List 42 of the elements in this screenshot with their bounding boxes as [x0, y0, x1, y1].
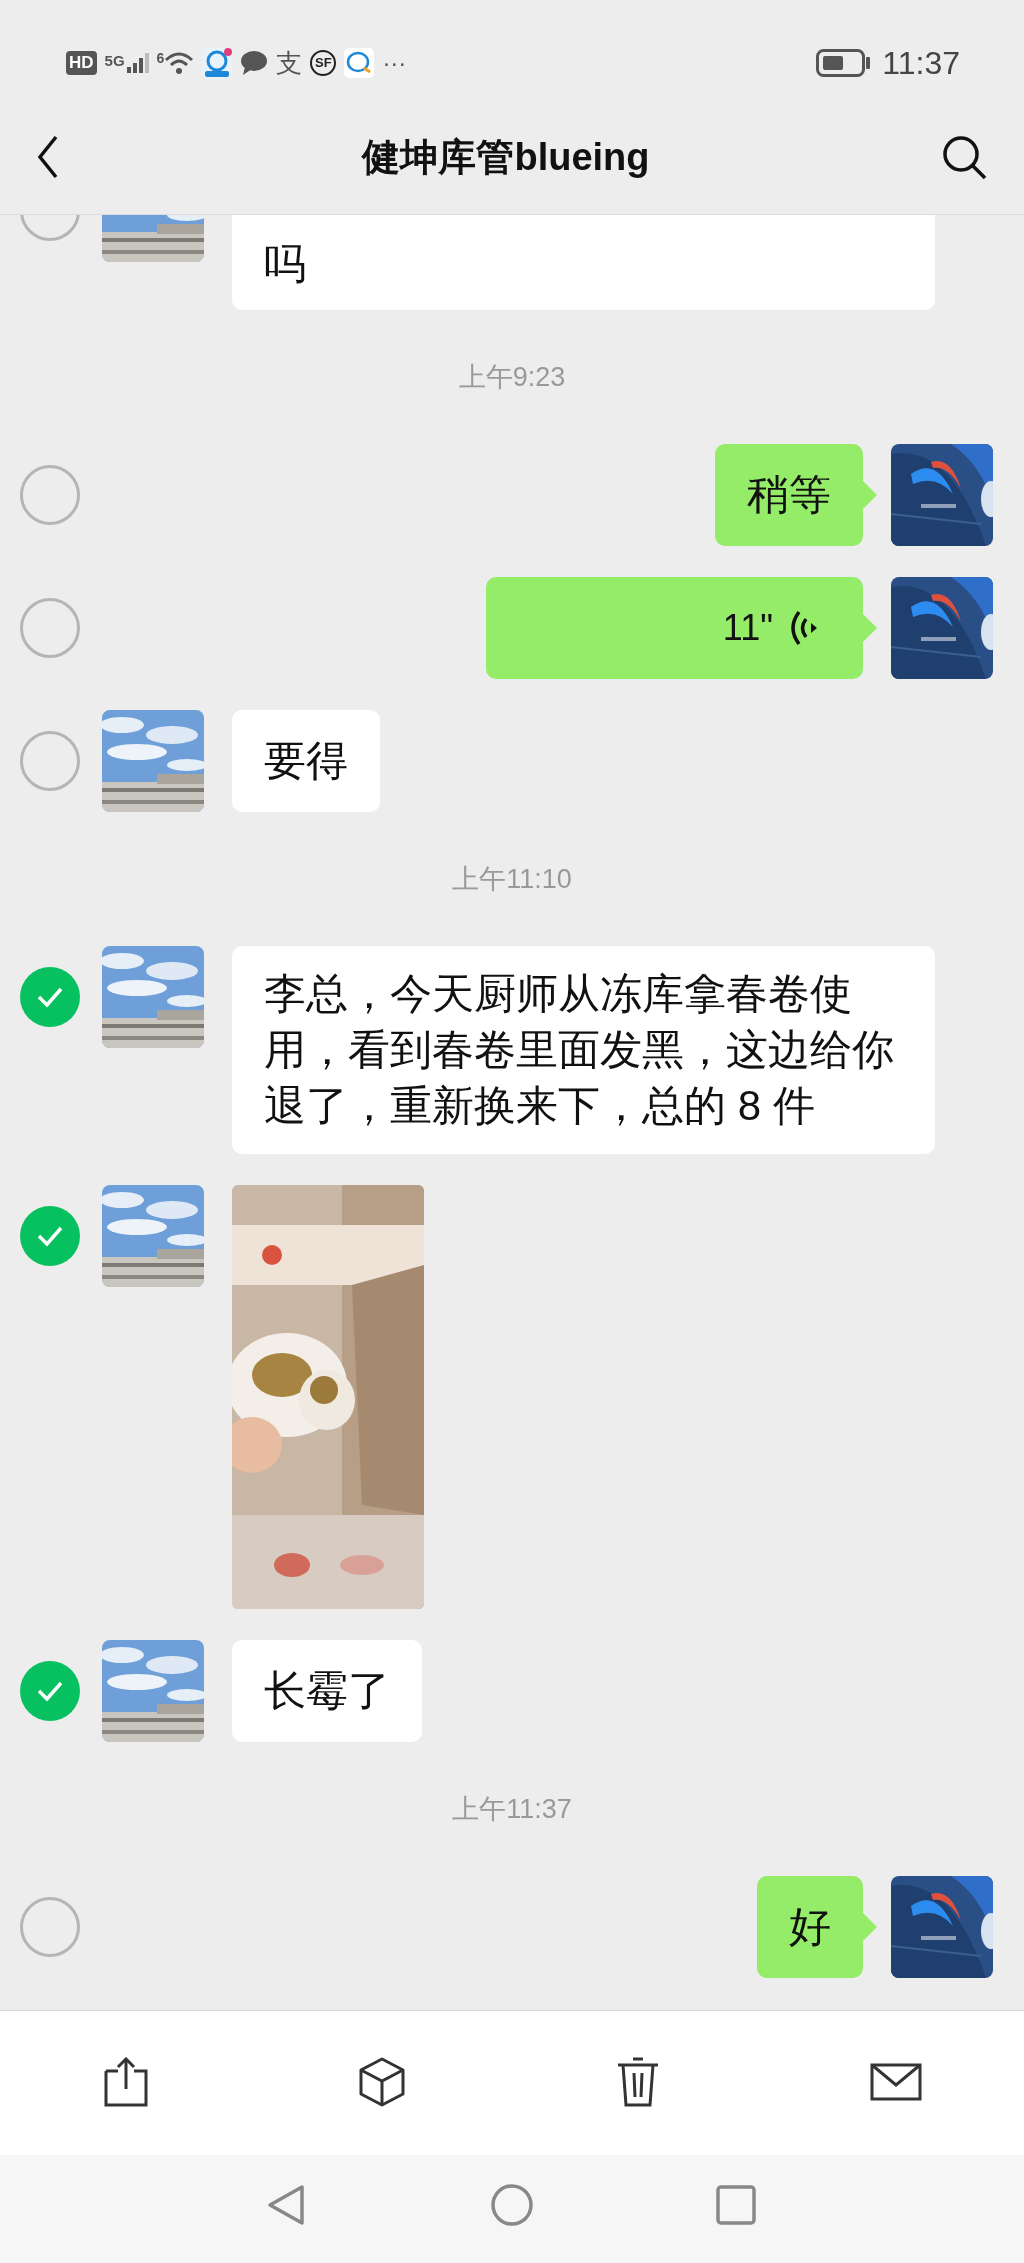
message-bubble: 长霉了 [232, 1640, 422, 1742]
signal-icon [126, 53, 149, 73]
search-icon [941, 134, 987, 180]
message-bubble: 要得 [232, 710, 380, 812]
select-checkbox[interactable] [20, 731, 80, 791]
bubble-tail-icon [863, 614, 877, 642]
alipay-glyph: 支 [276, 49, 303, 77]
select-checkbox[interactable] [20, 465, 80, 525]
message-bubble: 稍等 [715, 444, 863, 546]
bubble-tail-icon [863, 481, 877, 509]
app-icon [202, 48, 233, 78]
select-checkbox[interactable] [20, 967, 80, 1027]
message-bubble: 好 [757, 1876, 863, 1978]
voice-duration: 11" [722, 606, 773, 650]
recents-button[interactable] [714, 2183, 758, 2227]
message-app-icon [344, 48, 375, 78]
chat-icon [240, 49, 269, 77]
more-notifications: ··· [382, 51, 407, 75]
timestamp: 上午11:37 [452, 1793, 572, 1825]
chat-title: 健坤库管blueing [362, 135, 650, 180]
timestamp: 上午9:23 [458, 361, 566, 393]
battery-icon [816, 49, 871, 77]
select-checkbox[interactable] [20, 1897, 80, 1957]
voice-message[interactable]: 11" [486, 577, 863, 679]
home-button[interactable] [490, 2183, 534, 2227]
circle-icon [490, 2183, 534, 2227]
square-icon [714, 2183, 758, 2227]
wifi-icon [164, 51, 195, 75]
select-checkbox[interactable] [20, 1661, 80, 1721]
select-checkbox[interactable] [20, 1206, 80, 1266]
message-bubble: 李总，今天厨师从冻库拿春卷使用，看到春卷里面发黑，这边给你退了，重新换来下，总的 8 件 [232, 946, 935, 1154]
wifi-label: 6 [156, 51, 165, 65]
back-icon [36, 133, 60, 181]
clock: 11:37 [882, 45, 960, 81]
search-button[interactable] [940, 133, 988, 181]
bubble-tail-icon [863, 1913, 877, 1941]
network-label: 5G [104, 53, 125, 69]
sf-badge: SF [310, 50, 337, 76]
select-checkbox[interactable] [20, 598, 80, 658]
timestamp: 上午11:10 [452, 863, 572, 895]
hd-badge: HD [66, 51, 97, 75]
message-bubble: 吗 [232, 215, 935, 310]
